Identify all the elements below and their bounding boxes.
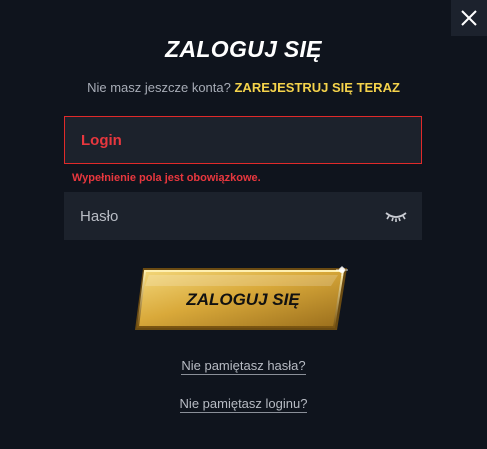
eye-closed-icon[interactable]: [384, 207, 408, 225]
login-submit-button[interactable]: ZALOGUJ SIĘ: [133, 266, 353, 334]
register-prompt: Nie masz jeszcze konta?: [87, 80, 231, 95]
forgot-password-link[interactable]: Nie pamiętasz hasła?: [181, 358, 306, 375]
close-button[interactable]: [451, 0, 487, 36]
forgot-login-row: Nie pamiętasz loginu?: [0, 396, 487, 413]
close-icon: [461, 10, 477, 26]
page-title: ZALOGUJ SIĘ: [165, 36, 322, 62]
login-field: [64, 116, 422, 164]
forgot-password-row: Nie pamiętasz hasła?: [0, 358, 487, 375]
register-link[interactable]: ZAREJESTRUJ SIĘ TERAZ: [234, 80, 399, 95]
register-prompt-row: Nie masz jeszcze konta? ZAREJESTRUJ SIĘ …: [0, 80, 487, 95]
forgot-login-link[interactable]: Nie pamiętasz loginu?: [179, 396, 308, 413]
login-error-message: Wypełnienie pola jest obowiązkowe.: [72, 172, 261, 184]
login-input[interactable]: [65, 117, 421, 163]
password-input[interactable]: [64, 192, 422, 240]
password-field: [64, 192, 422, 240]
login-submit-label: ZALOGUJ SIĘ: [186, 290, 300, 309]
